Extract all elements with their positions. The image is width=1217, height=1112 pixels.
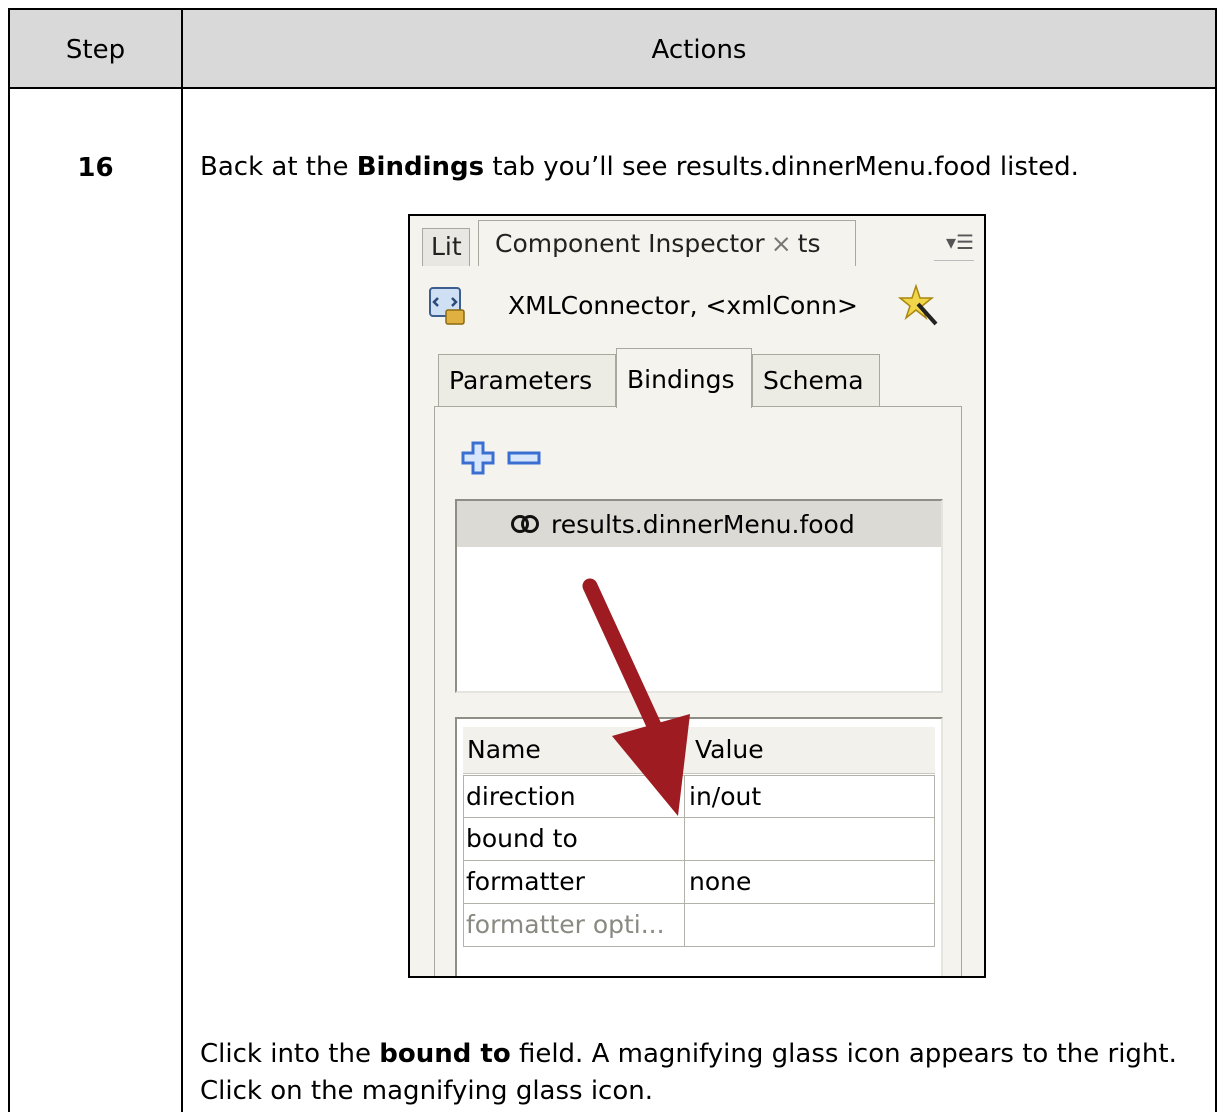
action-intro-text: Back at the Bindings tab you’ll see resu… [200,152,1079,182]
value-column-header: Value [695,735,764,764]
tab-schema[interactable]: Schema [752,354,880,406]
step-number: 16 [77,153,114,183]
bindings-list[interactable]: results.dinnerMenu.food [455,499,943,693]
column-divider [181,10,183,1112]
close-icon[interactable]: × [771,229,792,258]
component-row: XMLConnector, <xmlConn> [428,282,966,330]
outro-bold: bound to [379,1039,511,1069]
table-row[interactable]: formatter none [463,861,935,904]
tab-bindings[interactable]: Bindings [616,348,752,408]
panel-tabstrip: Lit Component Inspector × ts ▾☰ [410,216,984,266]
property-name: formatter [463,861,685,904]
actions-column-header: Actions [651,34,747,65]
property-name: formatter opti... [463,904,685,947]
property-name: direction [463,775,685,818]
binding-label: results.dinnerMenu.food [551,509,855,539]
list-item[interactable]: results.dinnerMenu.food [457,501,941,547]
panel-menu-icon[interactable]: ▾☰ [934,230,974,261]
outro-pre: Click into the [200,1039,380,1069]
step-column-header: Step [65,34,126,65]
property-name: bound to [463,818,685,861]
name-column-header: Name [467,735,541,764]
property-value[interactable] [685,904,935,947]
table-row[interactable]: bound to [463,818,935,861]
tab-library[interactable]: Lit [422,228,470,266]
tab-component-inspector-label: Component Inspector [495,229,765,258]
property-value[interactable]: none [685,861,935,904]
property-value[interactable]: in/out [685,775,935,818]
action-outro-text: Click into the bound to field. A magnify… [200,1036,1180,1110]
bindings-content: results.dinnerMenu.food Name Value direc… [434,406,962,976]
table-row[interactable]: formatter opti... [463,904,935,947]
component-inspector-screenshot: Lit Component Inspector × ts ▾☰ XMLConnect… [408,214,986,978]
intro-post: tab you’ll see results.dinnerMenu.food l… [484,152,1079,182]
remove-binding-icon[interactable] [507,441,541,475]
properties-grid: Name Value direction in/out bound to for… [455,717,943,976]
xml-connector-icon [429,287,465,325]
table-header-row: Step Actions [10,10,1215,89]
add-binding-icon[interactable] [461,441,495,475]
table-row[interactable]: direction in/out [463,775,935,818]
intro-bold: Bindings [356,152,485,182]
wizard-icon[interactable] [896,282,942,328]
tab-parameters[interactable]: Parameters [438,354,616,406]
properties-header: Name Value [463,727,935,774]
component-label: XMLConnector, <xmlConn> [508,291,858,320]
tab-component-inspector[interactable]: Component Inspector × ts [478,220,856,266]
bound-to-field[interactable] [685,818,935,861]
intro-pre: Back at the [200,152,357,182]
tab-partial-label: ts [797,229,821,258]
binding-link-icon [511,515,539,533]
